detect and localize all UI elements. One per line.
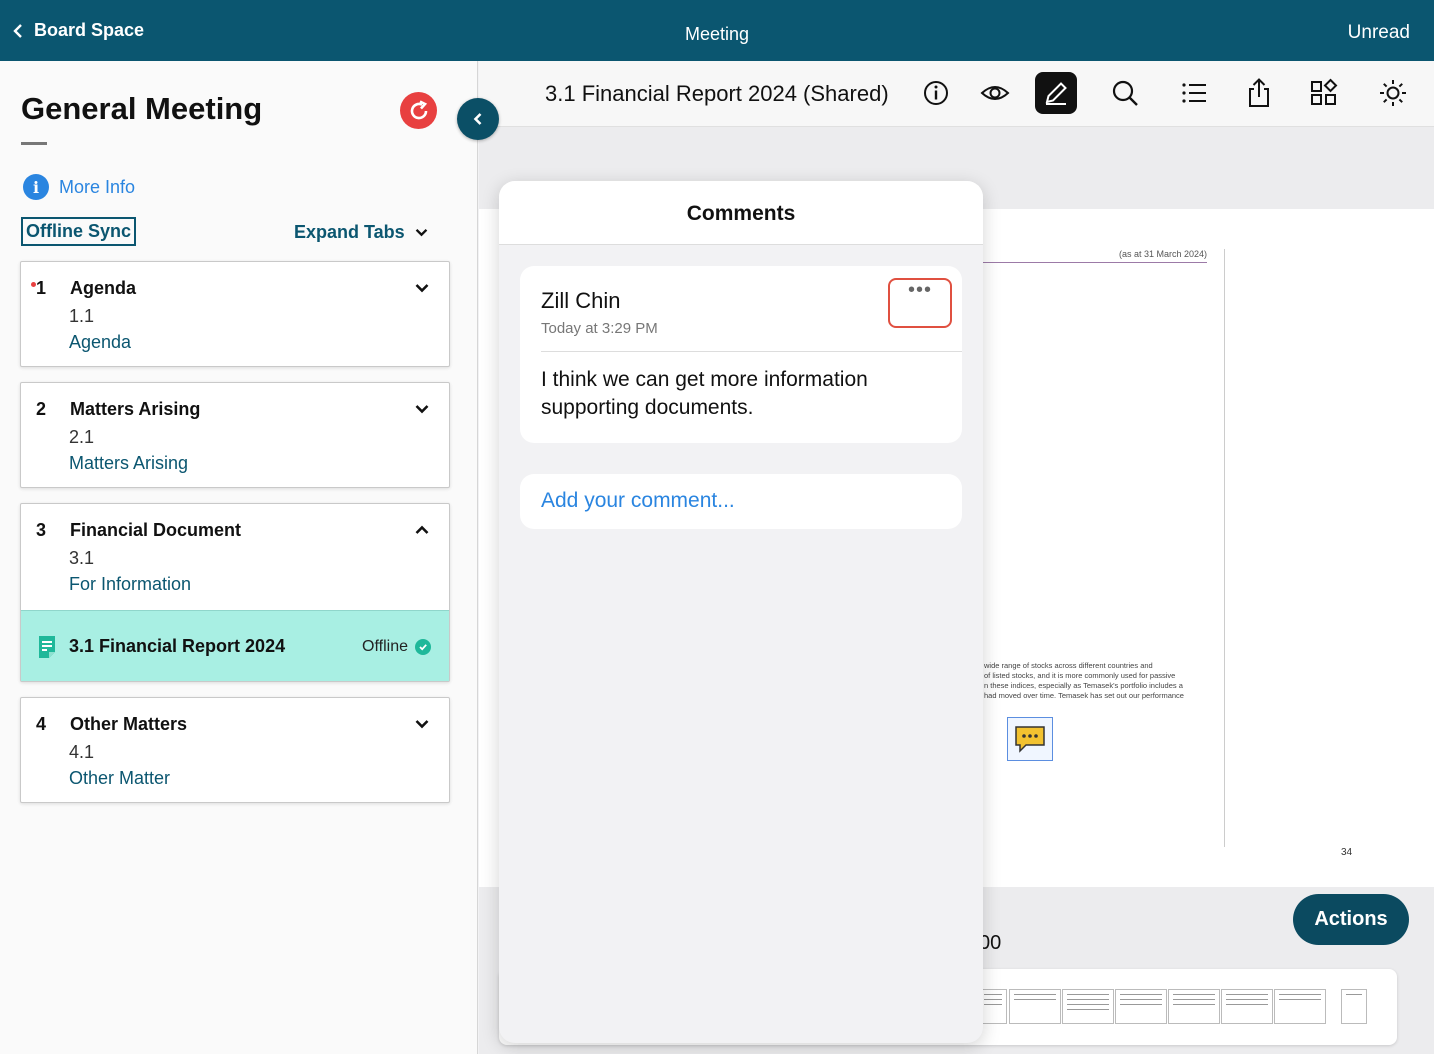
page-text-line: wide range of stocks across different co…	[984, 661, 1153, 670]
sidebar: General Meeting i More Info Offline Sync…	[0, 61, 478, 1054]
page-thumbnail[interactable]	[1115, 989, 1167, 1024]
comment-body: I think we can get more information supp…	[541, 368, 868, 419]
offline-status: Offline	[362, 638, 431, 656]
section-number: 4	[36, 714, 47, 734]
sub-item-label[interactable]: Agenda	[69, 332, 131, 353]
section-number: 3	[36, 520, 47, 540]
more-options-button[interactable]: •••	[888, 278, 952, 328]
more-info-link[interactable]: i More Info	[23, 174, 135, 200]
page-text-line: of listed stocks, and it is more commonl…	[984, 671, 1176, 680]
comment-divider	[541, 351, 962, 352]
share-icon[interactable]	[1244, 78, 1274, 108]
apps-icon[interactable]	[1309, 78, 1339, 108]
page-thumbnail[interactable]	[1274, 989, 1326, 1024]
section-title: Agenda	[70, 278, 137, 298]
search-icon[interactable]	[1110, 78, 1140, 108]
list-icon[interactable]	[1179, 78, 1209, 108]
annotate-button[interactable]	[1035, 72, 1077, 114]
add-comment-input[interactable]: Add your comment...	[520, 474, 962, 529]
refresh-icon	[410, 99, 427, 119]
back-label: Board Space	[34, 20, 145, 40]
top-title: Meeting	[684, 24, 750, 44]
document-title: 3.1 Financial Report 2024 (Shared)	[545, 81, 889, 106]
sub-item-number: 4.1	[69, 742, 95, 762]
brightness-icon[interactable]	[1378, 78, 1408, 108]
chevron-down-icon[interactable]	[415, 719, 429, 729]
section-card-matters-arising[interactable]: 2 Matters Arising 2.1 Matters Arising	[20, 382, 450, 488]
page-date-note: (as at 31 March 2024)	[1118, 249, 1207, 259]
chevron-down-icon[interactable]	[415, 404, 429, 414]
comments-panel: Comments Zill Chin Today at 3:29 PM ••• …	[499, 181, 983, 1043]
meeting-title: General Meeting	[21, 91, 263, 126]
page-thumbnail[interactable]	[1341, 989, 1367, 1024]
refresh-button[interactable]	[400, 92, 437, 129]
page-margin-line	[1224, 249, 1225, 847]
info-icon: i	[23, 174, 49, 200]
page-divider	[979, 262, 1207, 263]
section-number: 1	[36, 278, 47, 298]
chevron-left-icon	[473, 113, 482, 125]
document-icon	[39, 636, 55, 658]
chevron-up-icon[interactable]	[415, 525, 429, 535]
document-row-financial-report[interactable]: 3.1 Financial Report 2024 Offline	[21, 610, 449, 681]
comment-item: Zill Chin Today at 3:29 PM ••• I think w…	[520, 266, 962, 443]
section-card-financial-document[interactable]: 3 Financial Document 3.1 For Information…	[20, 503, 450, 682]
page-thumbnail[interactable]	[1062, 989, 1114, 1024]
chevron-down-icon	[415, 228, 427, 237]
sub-item-label[interactable]: Other Matter	[69, 768, 170, 789]
page-text-line: n these indices, especially as Temasek's…	[984, 681, 1183, 690]
page-body-text: wide range of stocks across different co…	[984, 661, 1209, 701]
sub-item-label[interactable]: For Information	[69, 574, 191, 595]
check-circle-icon	[415, 639, 431, 655]
comment-author: Zill Chin	[541, 288, 621, 313]
section-number: 2	[36, 399, 47, 419]
chevron-down-icon[interactable]	[415, 283, 429, 293]
chevron-left-icon	[13, 23, 22, 38]
info-icon[interactable]	[921, 78, 951, 108]
title-divider	[21, 142, 47, 145]
back-button[interactable]: Board Space	[12, 20, 144, 41]
document-title: 3.1 Financial Report 2024	[69, 636, 286, 656]
comments-title: Comments	[499, 181, 983, 245]
unread-button[interactable]: Unread	[1348, 22, 1410, 44]
top-bar: Board Space Meeting Unread	[0, 0, 1434, 61]
page-thumbnail[interactable]	[1221, 989, 1273, 1024]
actions-button[interactable]: Actions	[1293, 894, 1409, 945]
section-card-agenda[interactable]: 1 Agenda 1.1 Agenda	[20, 261, 450, 367]
section-card-other-matters[interactable]: 4 Other Matters 4.1 Other Matter	[20, 697, 450, 803]
collapse-sidebar-button[interactable]	[457, 98, 499, 140]
pen-icon	[1045, 82, 1067, 105]
eye-icon[interactable]	[980, 78, 1010, 108]
comment-timestamp: Today at 3:29 PM	[541, 320, 658, 337]
document-toolbar: 3.1 Financial Report 2024 (Shared)	[479, 61, 1434, 127]
comment-annotation[interactable]	[1007, 717, 1053, 761]
section-title: Other Matters	[70, 714, 188, 734]
comment-bubble-icon	[1015, 726, 1045, 753]
page-thumbnail[interactable]	[1168, 989, 1220, 1024]
offline-sync-button[interactable]: Offline Sync	[21, 217, 137, 246]
section-title: Financial Document	[70, 520, 242, 540]
sub-item-label[interactable]: Matters Arising	[69, 453, 188, 474]
sub-item-number: 3.1	[69, 548, 95, 568]
offline-status-label: Offline	[362, 638, 408, 655]
expand-tabs-button[interactable]: Expand Tabs	[294, 222, 428, 243]
sub-item-number: 2.1	[69, 427, 95, 447]
more-info-label: More Info	[59, 176, 136, 197]
page-thumbnail[interactable]	[979, 989, 1007, 1024]
page-thumbnail[interactable]	[1009, 989, 1061, 1024]
page-number: 34	[1341, 847, 1353, 858]
sub-item-number: 1.1	[69, 306, 95, 326]
expand-tabs-label: Expand Tabs	[294, 222, 405, 242]
page-text-line: had moved over time. Temasek has set out…	[984, 691, 1184, 700]
section-title: Matters Arising	[70, 399, 201, 419]
unread-dot	[31, 282, 36, 287]
